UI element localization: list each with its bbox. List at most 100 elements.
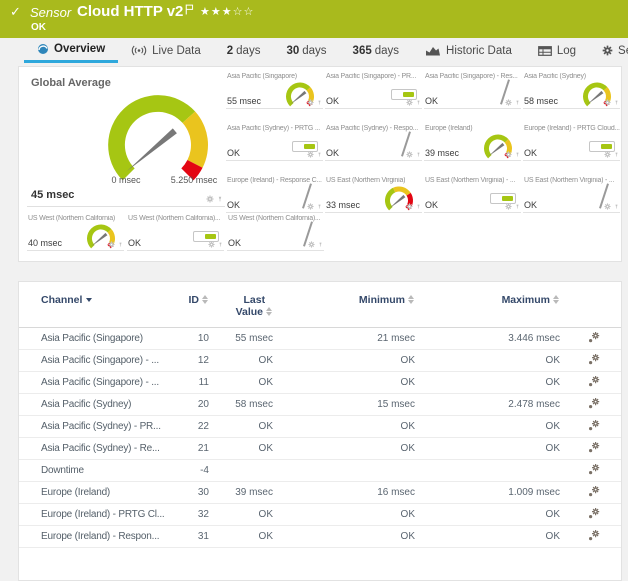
pin-icon[interactable] (614, 203, 619, 210)
channel-gauge-cell: US East (Northern Virginia) - ... OK (523, 177, 620, 213)
tab-overview[interactable]: Overview (24, 38, 118, 63)
pin-icon[interactable] (416, 151, 421, 158)
table-row: Asia Pacific (Singapore) - ... 11 OK OK … (19, 372, 621, 394)
priority-stars[interactable]: ★★★☆☆ (200, 5, 254, 18)
channel-settings-button[interactable] (560, 463, 621, 478)
channel-settings-button[interactable] (560, 375, 621, 390)
pin-icon[interactable] (317, 151, 322, 158)
pin-icon[interactable] (317, 203, 322, 210)
channel-gear-icon (588, 397, 600, 409)
cell-actions (308, 241, 323, 248)
gear-icon[interactable] (307, 203, 314, 210)
tab-settings-label: Settings (618, 45, 628, 57)
pin-icon[interactable] (217, 195, 223, 203)
channel-settings-button[interactable] (560, 397, 621, 412)
gear-icon[interactable] (108, 241, 115, 248)
gear-icon[interactable] (505, 99, 512, 106)
pin-icon[interactable] (317, 99, 322, 106)
gear-icon[interactable] (604, 151, 611, 158)
row-id: 31 (171, 531, 209, 542)
row-channel: Europe (Ireland) - PRTG Cl... (41, 509, 171, 520)
gear-icon[interactable] (604, 99, 611, 106)
col-header-channel[interactable]: Channel (41, 294, 171, 306)
cell-actions (307, 203, 322, 210)
table-header-row: Channel ID Last Value Minimum Maximum (19, 282, 621, 328)
pin-icon[interactable] (515, 203, 520, 210)
col-header-last-value[interactable]: Last Value (209, 294, 273, 318)
tab-2-days[interactable]: 2days (214, 38, 274, 63)
channel-settings-button[interactable] (560, 331, 621, 346)
sensor-status: OK (31, 22, 46, 33)
row-minimum: 16 msec (273, 487, 415, 498)
col-header-id[interactable]: ID (171, 294, 209, 306)
row-id: 30 (171, 487, 209, 498)
channel-value: OK (425, 96, 438, 106)
table-row: Asia Pacific (Sydney) 20 58 msec 15 msec… (19, 394, 621, 416)
col-header-maximum[interactable]: Maximum (415, 294, 560, 306)
pin-icon[interactable] (218, 241, 223, 248)
tab-365-days[interactable]: 365days (340, 38, 412, 63)
channel-settings-button[interactable] (560, 419, 621, 434)
pin-icon[interactable] (416, 99, 421, 106)
gear-icon[interactable] (505, 203, 512, 210)
gear-icon[interactable] (406, 203, 413, 210)
channel-gear-icon (588, 331, 600, 343)
flag-icon (185, 4, 194, 18)
switch-knob (403, 92, 414, 97)
channel-gauge-cell: Asia Pacific (Sydney) - PRTG ... OK (226, 125, 323, 161)
gauge-grid-right: Asia Pacific (Singapore) 55 msec Asia Pa… (226, 73, 622, 213)
channel-settings-button[interactable] (560, 441, 621, 456)
row-id: 22 (171, 421, 209, 432)
row-minimum: OK (273, 443, 415, 454)
row-channel: Asia Pacific (Singapore) - ... (41, 355, 171, 366)
gear-icon[interactable] (308, 241, 315, 248)
col-header-minimum[interactable]: Minimum (273, 294, 415, 306)
gear-icon[interactable] (406, 99, 413, 106)
row-maximum: OK (415, 421, 560, 432)
cell-actions (604, 99, 619, 106)
row-last-value: OK (209, 377, 273, 388)
gear-icon[interactable] (505, 151, 512, 158)
channel-settings-button[interactable] (560, 485, 621, 500)
pin-icon[interactable] (614, 99, 619, 106)
tab-historic-data[interactable]: Historic Data (412, 38, 525, 63)
pin-icon[interactable] (515, 151, 520, 158)
row-last-value: OK (209, 509, 273, 520)
tab-30-days[interactable]: 30days (273, 38, 339, 63)
table-row: Europe (Ireland) - Respon... 31 OK OK OK (19, 526, 621, 548)
pin-icon[interactable] (614, 151, 619, 158)
gear-icon[interactable] (604, 203, 611, 210)
settings-gear-icon (602, 45, 613, 56)
pin-icon[interactable] (318, 241, 323, 248)
pin-icon[interactable] (118, 241, 123, 248)
cell-actions (307, 99, 322, 106)
tab-live-data[interactable]: Live Data (118, 38, 214, 63)
pin-icon[interactable] (515, 99, 520, 106)
table-row: Asia Pacific (Sydney) - Re... 21 OK OK O… (19, 438, 621, 460)
cell-actions (206, 195, 223, 203)
pin-icon[interactable] (416, 203, 421, 210)
switch-knob (601, 144, 612, 149)
table-row: Asia Pacific (Singapore) 10 55 msec 21 m… (19, 328, 621, 350)
table-row: Asia Pacific (Singapore) - ... 12 OK OK … (19, 350, 621, 372)
tab-settings[interactable]: Settings (589, 38, 628, 63)
gear-icon[interactable] (208, 241, 215, 248)
cell-actions (604, 151, 619, 158)
gear-icon[interactable] (307, 151, 314, 158)
row-id: 12 (171, 355, 209, 366)
channel-gear-icon (588, 441, 600, 453)
row-minimum: OK (273, 377, 415, 388)
channel-settings-button[interactable] (560, 353, 621, 368)
channel-value: OK (128, 238, 141, 248)
channel-settings-button[interactable] (560, 507, 621, 522)
row-channel: Asia Pacific (Singapore) (41, 333, 171, 344)
gear-icon[interactable] (406, 151, 413, 158)
table-row: Europe (Ireland) - PRTG Cl... 32 OK OK O… (19, 504, 621, 526)
channel-gauge-cell: US West (Northern California)... OK (127, 215, 224, 251)
gear-icon[interactable] (206, 195, 214, 203)
gear-icon[interactable] (307, 99, 314, 106)
sensor-title: Cloud HTTP v2 (77, 3, 183, 20)
channel-gear-icon (588, 419, 600, 431)
channels-table-panel: Channel ID Last Value Minimum Maximum As… (18, 281, 622, 581)
tab-log[interactable]: Log (525, 38, 589, 63)
